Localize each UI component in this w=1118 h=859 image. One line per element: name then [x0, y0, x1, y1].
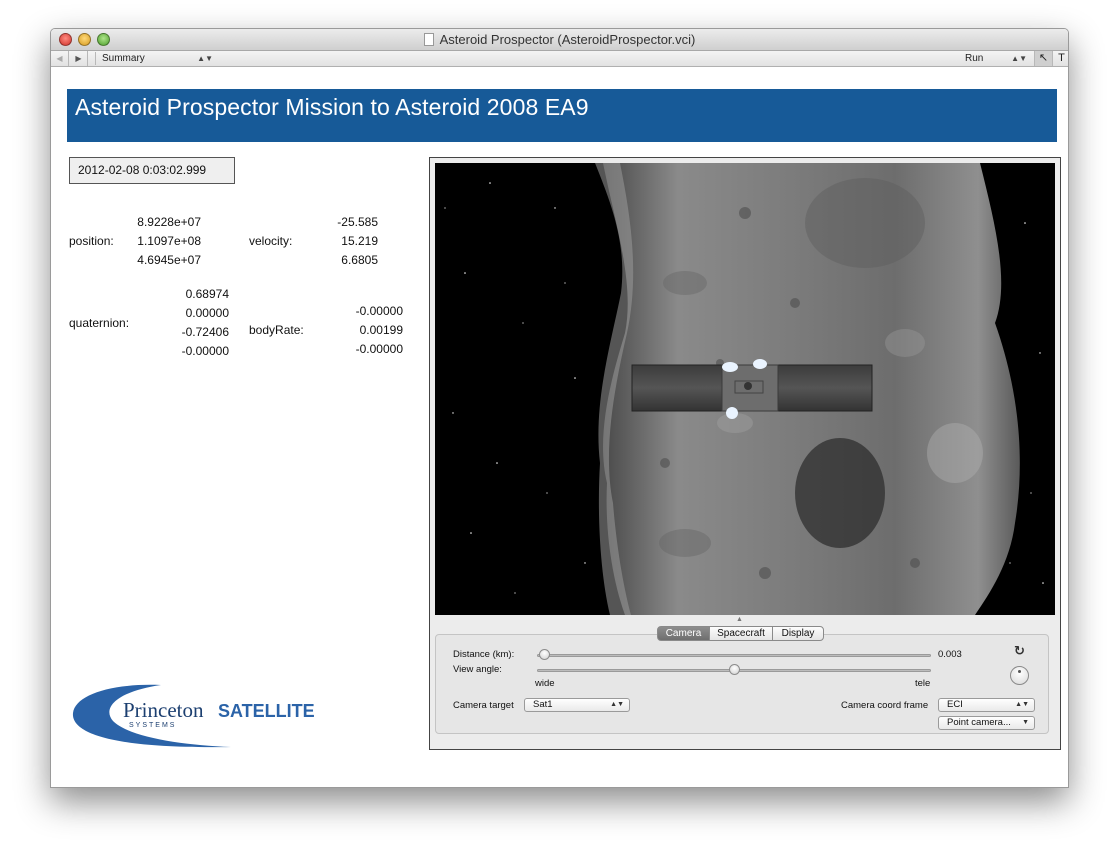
coord-frame-value: ECI: [947, 699, 963, 710]
logo-tagline: SYSTEMS: [129, 722, 176, 729]
point-camera-label: Point camera...: [947, 717, 1011, 728]
bodyrate-x: -0.00000: [355, 304, 403, 318]
thruster-plume: [726, 407, 738, 419]
camera-target-value: Sat1: [533, 699, 553, 710]
distance-slider-track[interactable]: [537, 654, 931, 657]
splitter-handle[interactable]: ▲: [736, 616, 743, 623]
dropdown-arrow-icon: ▼: [1022, 719, 1029, 726]
popup-arrows-icon: ▲▼: [197, 54, 213, 63]
quaternion-3: -0.00000: [181, 344, 229, 358]
company-logo: Princeton SATELLITE SYSTEMS: [71, 681, 351, 753]
back-button[interactable]: ◀: [51, 51, 69, 66]
3d-scene-view[interactable]: [435, 163, 1055, 615]
view-angle-label: View angle:: [453, 664, 502, 675]
view-angle-max-label: tele: [915, 678, 931, 689]
desktop: Asteroid Prospector (AsteroidProspector.…: [0, 0, 1118, 859]
document-icon: [423, 33, 434, 46]
select-arrows-icon: ▲▼: [1015, 701, 1029, 708]
quaternion-2: -0.72406: [181, 325, 229, 339]
logo-name-part1: Princeton: [123, 698, 204, 722]
bodyrate-y: 0.00199: [359, 323, 403, 337]
logo-graphic: Princeton SATELLITE SYSTEMS: [72, 684, 315, 748]
popup-arrows-icon: ▲▼: [1011, 54, 1027, 63]
solar-panel-right: [777, 364, 873, 412]
camera-target-label: Camera target: [453, 700, 514, 711]
select-arrows-icon: ▲▼: [610, 701, 624, 708]
mode-popup[interactable]: Run ▲▼: [959, 52, 1031, 65]
3d-viewer: ▲ Camera Spacecraft Display Distance (km…: [429, 157, 1061, 750]
thruster-plume: [722, 362, 738, 372]
camera-target-select[interactable]: Sat1 ▲▼: [524, 698, 630, 712]
quaternion-1: 0.00000: [185, 306, 229, 320]
view-angle-min-label: wide: [535, 678, 555, 689]
camera-roll-dial[interactable]: [1010, 666, 1029, 685]
text-tool-button[interactable]: T: [1052, 51, 1068, 66]
view-popup-label: Summary: [102, 53, 145, 64]
position-label: position:: [69, 234, 114, 248]
distance-label: Distance (km):: [453, 649, 515, 660]
reset-camera-icon[interactable]: ↻: [1014, 643, 1025, 659]
arrow-tool-button[interactable]: ↖: [1034, 51, 1052, 66]
tab-camera[interactable]: Camera: [657, 626, 710, 641]
app-window: Asteroid Prospector (AsteroidProspector.…: [50, 28, 1069, 788]
velocity-x: -25.585: [337, 215, 378, 229]
bodyrate-z: -0.00000: [355, 342, 403, 356]
page-title: Asteroid Prospector Mission to Asteroid …: [75, 94, 589, 120]
timestamp-display: 2012-02-08 0:03:02.999: [69, 157, 235, 184]
position-x: 8.9228e+07: [137, 215, 201, 229]
point-camera-button[interactable]: Point camera... ▼: [938, 716, 1035, 730]
solar-panel-left: [631, 364, 723, 412]
window-title-wrap: Asteroid Prospector (AsteroidProspector.…: [51, 32, 1068, 47]
position-y: 1.1097e+08: [137, 234, 201, 248]
thruster-plume: [753, 359, 767, 369]
velocity-y: 15.219: [341, 234, 378, 248]
coord-frame-label: Camera coord frame: [841, 700, 929, 711]
mode-popup-label: Run: [965, 53, 984, 64]
tab-display[interactable]: Display: [772, 626, 824, 641]
position-z: 4.6945e+07: [137, 253, 201, 267]
view-popup[interactable]: Summary ▲▼: [95, 52, 217, 65]
quaternion-0: 0.68974: [185, 287, 229, 301]
velocity-z: 6.6805: [341, 253, 378, 267]
page-header: Asteroid Prospector Mission to Asteroid …: [67, 89, 1057, 142]
bodyrate-label: bodyRate:: [249, 323, 304, 337]
forward-button[interactable]: ▶: [70, 51, 88, 66]
logo-name-part2: SATELLITE: [218, 701, 315, 721]
distance-value: 0.003: [938, 649, 962, 660]
spacecraft-model: [631, 359, 873, 419]
tab-spacecraft[interactable]: Spacecraft: [709, 626, 773, 641]
velocity-label: velocity:: [249, 234, 293, 248]
coord-frame-select[interactable]: ECI ▲▼: [938, 698, 1035, 712]
window-title: Asteroid Prospector (AsteroidProspector.…: [439, 32, 696, 47]
toolbar: ◀ ▶ Summary ▲▼ Run ▲▼ ↖ T: [51, 51, 1068, 67]
quaternion-label: quaternion:: [69, 316, 130, 330]
scene-render: [444, 163, 1044, 615]
title-bar: Asteroid Prospector (AsteroidProspector.…: [51, 29, 1068, 51]
view-angle-slider-knob[interactable]: [728, 664, 740, 675]
